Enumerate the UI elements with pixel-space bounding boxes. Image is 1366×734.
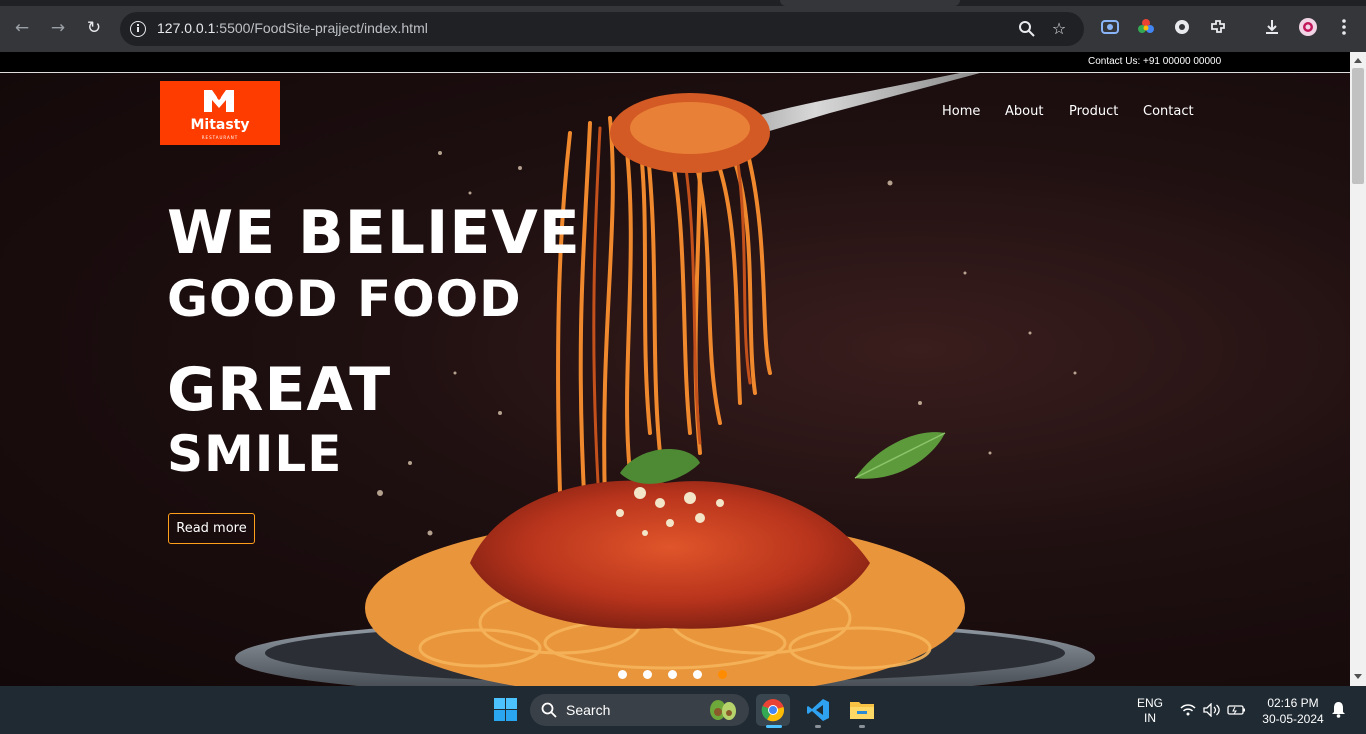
tab-strip xyxy=(0,0,1366,6)
address-bar[interactable]: 127.0.0.1:5500/FoodSite-prajject/index.h… xyxy=(120,12,1084,46)
explorer-running-indicator xyxy=(859,725,865,728)
url-path: :5500/FoodSite-prajject/index.html xyxy=(215,20,428,36)
slider-dot-2[interactable] xyxy=(643,670,652,679)
hero-banner: Mitasty RESTAURANT Home About Product Co… xyxy=(0,73,1350,686)
page-viewport: Contact Us: +91 00000 00000 Mitasty REST… xyxy=(0,52,1350,686)
clock-time: 02:16 PM xyxy=(1267,696,1319,710)
back-icon[interactable]: ← xyxy=(11,17,33,39)
browser-toolbar: ← → ↻ 127.0.0.1:5500/FoodSite-prajject/i… xyxy=(0,0,1366,52)
nav-home-link[interactable]: Home xyxy=(942,104,980,119)
taskbar-search[interactable]: Search xyxy=(530,694,749,726)
region-code: IN xyxy=(1144,711,1156,725)
page-scrollbar[interactable] xyxy=(1350,52,1366,686)
slider-dot-3[interactable] xyxy=(668,670,677,679)
scrollbar-thumb[interactable] xyxy=(1352,68,1364,184)
bookmark-star-icon[interactable]: ☆ xyxy=(1050,20,1068,38)
slider-dot-1[interactable] xyxy=(618,670,627,679)
folder-icon xyxy=(850,702,874,719)
chrome-icon xyxy=(761,699,785,722)
extensions-puzzle-icon[interactable] xyxy=(1209,18,1227,36)
url-text[interactable]: 127.0.0.1:5500/FoodSite-prajject/index.h… xyxy=(157,20,428,36)
wifi-icon[interactable] xyxy=(1180,703,1196,717)
chrome-active-indicator xyxy=(766,725,782,728)
contact-topbar: Contact Us: +91 00000 00000 xyxy=(0,52,1350,73)
hero-heading-line3: GREAT xyxy=(167,355,392,425)
read-more-button[interactable]: Read more xyxy=(168,513,255,544)
logo-tagline: RESTAURANT xyxy=(201,135,239,140)
windows-start-icon[interactable] xyxy=(494,698,517,721)
nav-about-link[interactable]: About xyxy=(1005,104,1043,119)
screen-capture-extension-icon[interactable] xyxy=(1101,18,1119,36)
avocado-highlight-icon xyxy=(710,700,736,720)
site-logo[interactable]: Mitasty RESTAURANT xyxy=(160,81,280,145)
browser-menu-icon[interactable] xyxy=(1335,18,1353,36)
hero-heading-line2: GOOD FOOD xyxy=(167,270,522,328)
vscode-icon xyxy=(807,699,829,721)
hero-heading-line4: SMILE xyxy=(167,425,343,483)
logo-mark-icon xyxy=(204,90,234,112)
volume-icon[interactable] xyxy=(1203,703,1221,717)
battery-icon[interactable] xyxy=(1227,703,1247,717)
nav-contact-link[interactable]: Contact xyxy=(1143,104,1194,119)
download-icon[interactable] xyxy=(1263,18,1281,36)
reload-icon[interactable]: ↻ xyxy=(83,17,105,39)
site-info-icon[interactable] xyxy=(130,21,146,37)
taskbar-vscode[interactable] xyxy=(801,694,835,726)
profile-avatar-icon[interactable] xyxy=(1299,18,1317,36)
slider-dot-4[interactable] xyxy=(693,670,702,679)
active-tab[interactable] xyxy=(780,0,960,6)
zoom-icon[interactable] xyxy=(1018,20,1036,38)
notification-bell-icon[interactable] xyxy=(1331,701,1346,718)
forward-icon[interactable]: → xyxy=(47,17,69,39)
logo-name: Mitasty xyxy=(190,117,250,133)
vscode-running-indicator xyxy=(815,725,821,728)
scroll-up-arrow-icon[interactable] xyxy=(1354,58,1362,63)
taskbar-file-explorer[interactable] xyxy=(845,694,879,726)
scroll-down-arrow-icon[interactable] xyxy=(1354,674,1362,679)
language-indicator[interactable]: ENG IN xyxy=(1134,696,1166,726)
slider-dot-5[interactable] xyxy=(718,670,727,679)
language-code: ENG xyxy=(1136,696,1163,710)
slider-dots xyxy=(618,670,727,679)
url-host: 127.0.0.1 xyxy=(157,20,216,36)
search-label: Search xyxy=(566,702,611,718)
extension-globe-icon[interactable] xyxy=(1173,18,1191,36)
nav-product-link[interactable]: Product xyxy=(1069,104,1118,119)
contact-text: Contact Us: +91 00000 00000 xyxy=(1088,56,1222,67)
color-picker-extension-icon[interactable] xyxy=(1137,18,1155,36)
hero-heading-line1: WE BELIEVE xyxy=(167,198,581,268)
clock[interactable]: 02:16 PM 30-05-2024 xyxy=(1256,695,1330,727)
clock-date: 30-05-2024 xyxy=(1262,712,1324,726)
windows-taskbar: Search ENG IN 02:16 PM 30-05-2024 xyxy=(0,686,1366,734)
taskbar-chrome[interactable] xyxy=(756,694,790,726)
search-icon xyxy=(541,702,557,718)
